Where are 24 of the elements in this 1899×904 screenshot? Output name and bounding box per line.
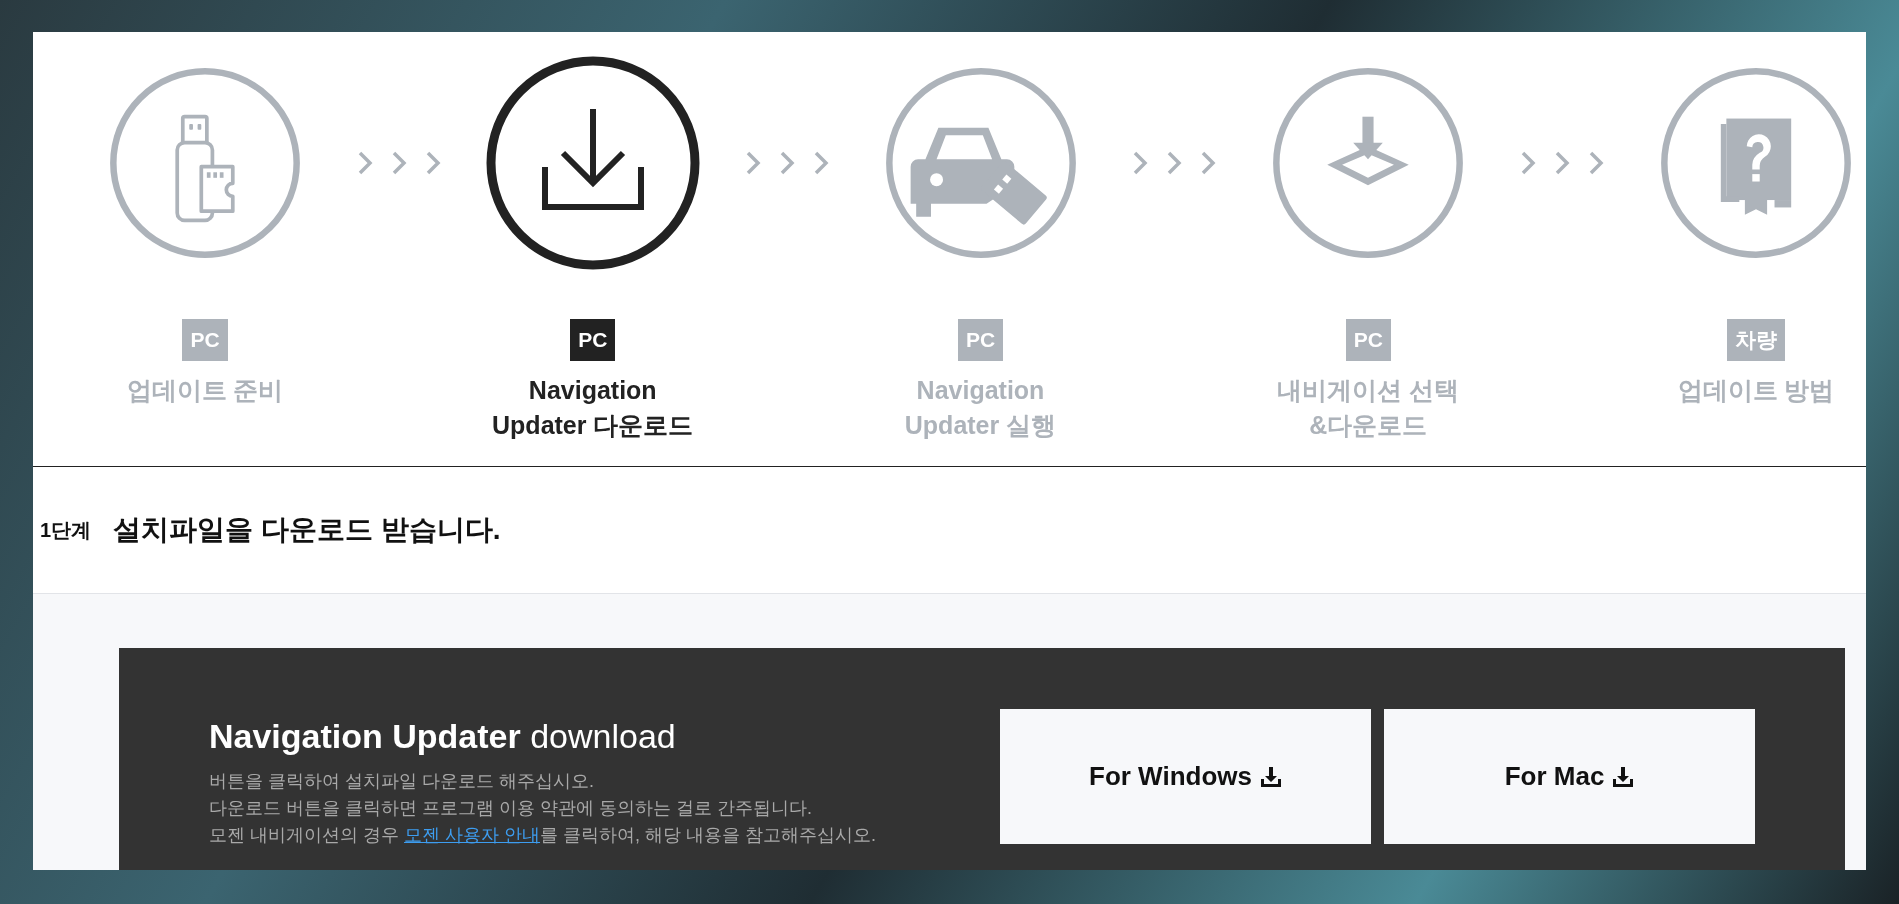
platform-badge: 차량 — [1727, 319, 1785, 361]
download-title: Navigation Updater download — [209, 717, 677, 756]
step-number: 1단계 — [40, 517, 92, 543]
step-label: 내비게이션 선택 &다운로드 — [1277, 375, 1460, 441]
step-label: Navigation Updater 실행 — [904, 375, 1057, 441]
chevrons-icon — [744, 150, 829, 176]
platform-badge: PC — [1345, 319, 1391, 361]
download-icon[interactable] — [484, 55, 701, 271]
download-icon — [1260, 765, 1282, 788]
step-label: Navigation Updater 다운로드 — [492, 375, 694, 441]
chevrons-icon — [356, 150, 441, 176]
download-icon — [1612, 765, 1635, 788]
platform-badge: PC — [957, 319, 1004, 361]
step-title: 설치파일을 다운로드 받습니다. — [113, 513, 501, 547]
step-label: 업데이트 방법 — [1677, 375, 1835, 406]
download-button[interactable]: For Mac — [1384, 709, 1755, 844]
download-instructions: 버튼을 클릭하여 설치파일 다운로드 해주십시오. 다운로드 버튼을 클릭하면 프로그램 이용 약관에 동의하는 걸로 간주됩니다. 모젠 내비게이션의 경우 모젠 사용자 안내를 클릭하여, 해당 내용을 참고해주십시오. — [209, 770, 878, 847]
chevrons-icon — [1520, 150, 1605, 176]
download-button[interactable]: For Windows — [1000, 709, 1371, 844]
platform-badge: PC — [182, 319, 228, 361]
chevrons-icon — [1132, 150, 1217, 176]
platform-badge: PC — [570, 319, 616, 361]
step-label: 업데이트 준비 — [126, 375, 284, 406]
user-guide-link[interactable]: 모젠 사용자 안내 — [404, 825, 541, 845]
